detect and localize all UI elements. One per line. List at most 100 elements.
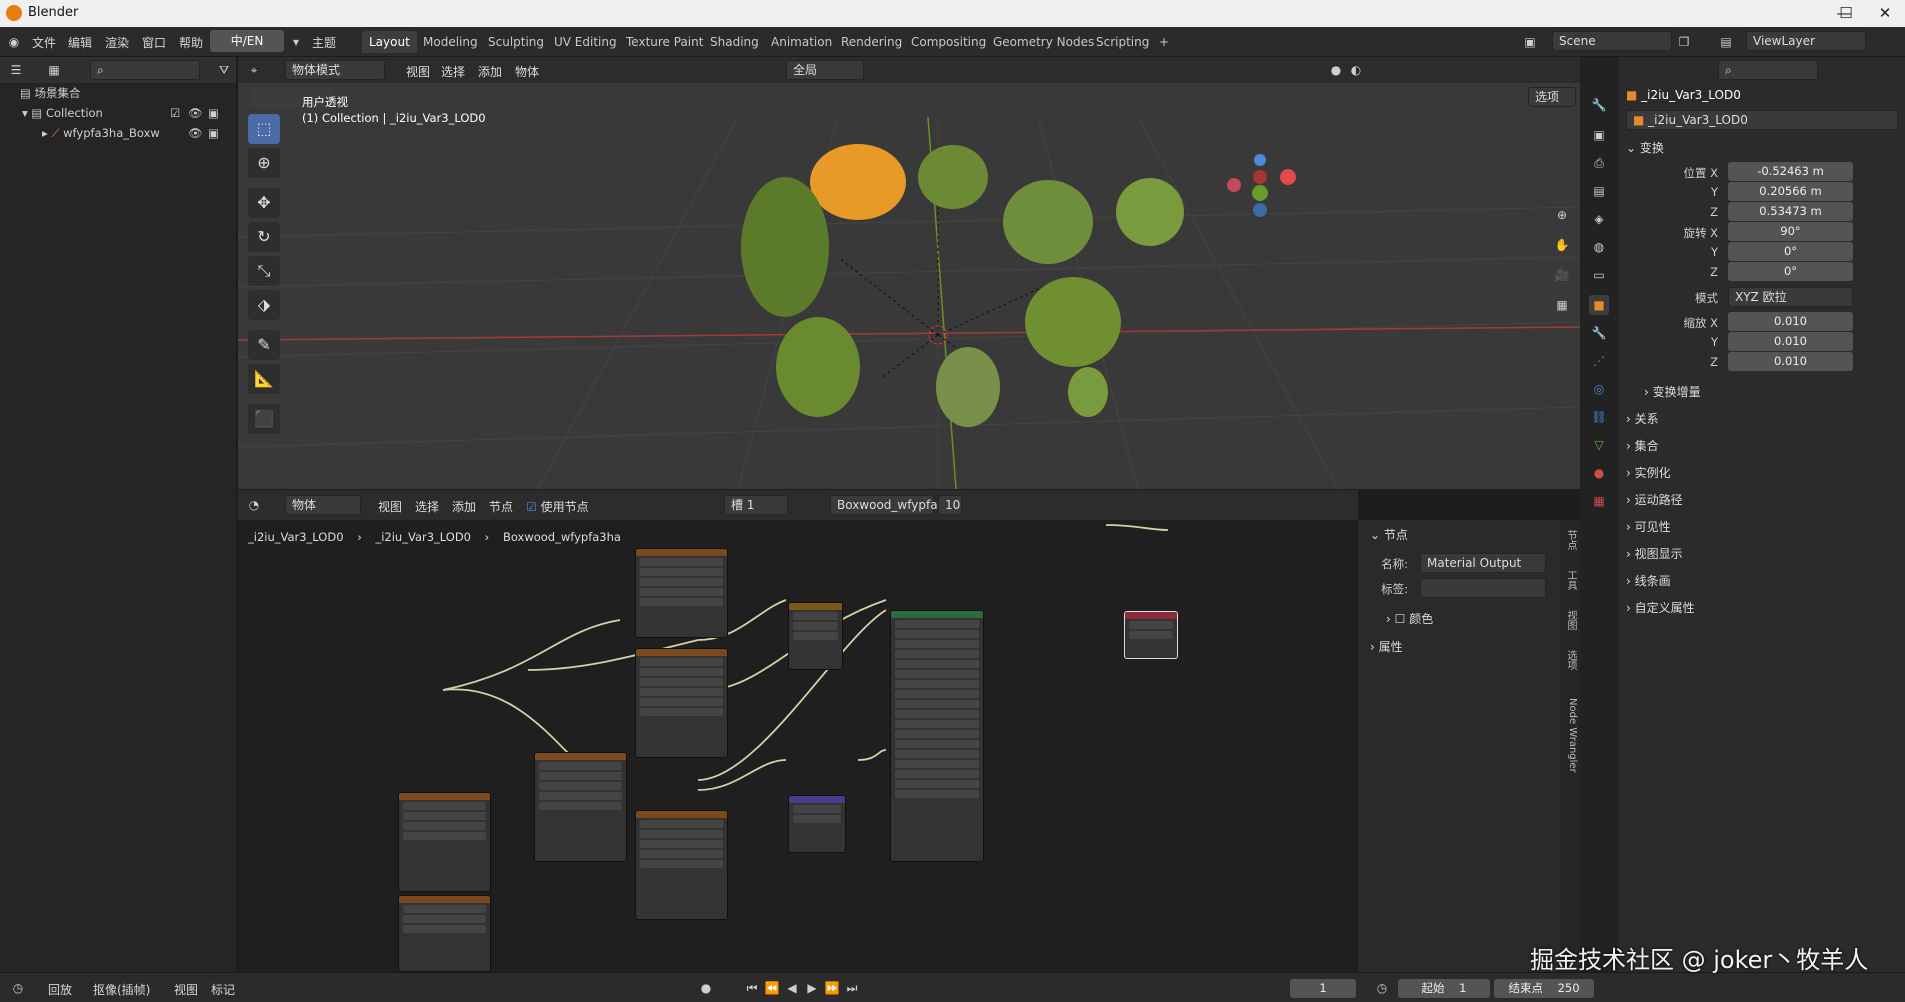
custom-properties-section[interactable]: › 自定义属性 xyxy=(1626,599,1695,616)
viewport-menu-object[interactable]: 物体 xyxy=(515,63,539,80)
render-properties-icon[interactable]: ▣ xyxy=(1589,125,1609,145)
collection-properties-icon[interactable]: ▭ xyxy=(1589,265,1609,285)
timeline-view-menu[interactable]: 视图 xyxy=(174,981,198,998)
tree-collection[interactable]: ▾ ▤ Collection ☑ 👁 ▣ xyxy=(0,103,236,123)
viewport-menu-select[interactable]: 选择 xyxy=(441,63,465,80)
marker-menu[interactable]: 标记 xyxy=(211,981,235,998)
collections-section[interactable]: › 集合 xyxy=(1626,437,1659,454)
clock-icon[interactable]: ◷ xyxy=(1374,980,1390,996)
menu-window[interactable]: 窗口 xyxy=(142,34,166,51)
texture-properties-icon[interactable]: ▦ xyxy=(1589,491,1609,511)
transform-orientation-dropdown[interactable]: 全局 xyxy=(786,60,864,80)
transform-section-header[interactable]: ⌄ 变换 xyxy=(1626,139,1664,156)
checkbox-icon[interactable]: ☑ xyxy=(170,103,180,123)
node-properties-section[interactable]: › 属性 xyxy=(1370,638,1403,655)
rotation-mode-dropdown[interactable]: XYZ 欧拉 xyxy=(1728,287,1853,307)
transform-tool[interactable]: ⬗ xyxy=(248,290,280,320)
image-texture-node[interactable] xyxy=(398,895,491,972)
tab-node[interactable]: 节点 xyxy=(1562,530,1578,550)
play-icon[interactable]: ▶ xyxy=(804,980,820,996)
relations-section[interactable]: › 关系 xyxy=(1626,410,1659,427)
new-scene-icon[interactable]: ❐ xyxy=(1676,34,1692,50)
object-properties-icon[interactable]: ■ xyxy=(1589,295,1609,315)
shader-node-editor[interactable]: ◔ 物体 视图 选择 添加 节点 ☑ 使用节点 槽 1 Boxwood_wfyp… xyxy=(238,490,1358,972)
filter-icon[interactable]: ⛛ xyxy=(216,62,232,78)
physics-icon[interactable]: ◎ xyxy=(1589,379,1609,399)
rotate-tool[interactable]: ↻ xyxy=(248,222,280,252)
camera-icon[interactable]: ▣ xyxy=(208,103,219,123)
pan-hand-icon[interactable]: ✋ xyxy=(1554,237,1570,253)
tab-view[interactable]: 视图 xyxy=(1562,610,1578,630)
view-layer-icon[interactable]: ▤ xyxy=(1589,181,1609,201)
annotate-tool[interactable]: ✎ xyxy=(248,330,280,360)
image-texture-node[interactable] xyxy=(534,752,627,862)
navigation-gizmo[interactable] xyxy=(1227,154,1296,217)
next-key-icon[interactable]: ⏩ xyxy=(824,980,840,996)
tab-uv-editing[interactable]: UV Editing xyxy=(547,31,624,53)
scale-tool[interactable]: ⤡ xyxy=(248,256,280,286)
location-x-field[interactable]: -0.52463 m xyxy=(1728,162,1853,181)
node-name-field[interactable]: Material Output xyxy=(1420,553,1546,573)
eye-icon[interactable]: 👁 xyxy=(188,123,203,143)
add-workspace-button[interactable]: + xyxy=(1152,31,1176,53)
outliner-search-input[interactable]: ⌕ xyxy=(90,60,200,80)
menu-render[interactable]: 渲染 xyxy=(105,34,129,51)
rotation-x-field[interactable]: 90° xyxy=(1728,222,1853,241)
camera-icon[interactable]: ▣ xyxy=(208,123,219,143)
tab-sculpting[interactable]: Sculpting xyxy=(481,31,551,53)
dropdown-arrow-icon[interactable]: ▾ xyxy=(288,34,304,50)
tree-object[interactable]: ▸ ⟋ wfypfa3ha_Boxw 👁 ▣ xyxy=(0,123,236,143)
constraints-icon[interactable]: ⛓ xyxy=(1589,407,1609,427)
current-frame-field[interactable]: 1 xyxy=(1290,979,1356,998)
tab-modeling[interactable]: Modeling xyxy=(416,31,485,53)
image-texture-node[interactable] xyxy=(635,810,728,920)
image-texture-node[interactable] xyxy=(635,648,728,758)
grid-view-icon[interactable]: ▦ xyxy=(1554,297,1570,313)
view-layer-selector[interactable]: ViewLayer xyxy=(1746,31,1866,51)
record-icon[interactable]: ● xyxy=(698,980,714,996)
playback-menu[interactable]: 回放 xyxy=(48,981,72,998)
visibility-section[interactable]: › 可见性 xyxy=(1626,518,1671,535)
output-properties-icon[interactable]: ⎙ xyxy=(1589,153,1609,173)
world-properties-icon[interactable]: ◍ xyxy=(1589,237,1609,257)
tab-scripting[interactable]: Scripting xyxy=(1089,31,1156,53)
data-properties-icon[interactable]: ▽ xyxy=(1589,435,1609,455)
camera-view-icon[interactable]: 🎥 xyxy=(1554,267,1570,283)
menu-theme[interactable]: 主题 xyxy=(312,34,336,51)
node-color-toggle[interactable]: › ☐ 颜色 xyxy=(1386,610,1433,627)
tab-geometry-nodes[interactable]: Geometry Nodes xyxy=(986,31,1101,53)
node-label-field[interactable] xyxy=(1420,578,1546,598)
properties-search-input[interactable]: ⌕ xyxy=(1718,60,1818,80)
tab-options[interactable]: 选项 xyxy=(1562,650,1578,670)
close-button[interactable]: ✕ xyxy=(1865,2,1905,24)
particles-icon[interactable]: ⋰ xyxy=(1589,351,1609,371)
tab-node-wrangler[interactable]: Node Wrangler xyxy=(1562,698,1578,773)
options-dropdown[interactable]: 选项 xyxy=(1528,87,1576,107)
scale-y-field[interactable]: 0.010 xyxy=(1728,332,1853,351)
location-y-field[interactable]: 0.20566 m xyxy=(1728,182,1853,201)
maximize-button[interactable]: ☐ xyxy=(1826,2,1866,24)
image-texture-node[interactable] xyxy=(398,792,491,892)
3d-viewport[interactable]: ⌖ 物体模式 视图 选择 添加 物体 全局 ● ◐ 选项 用户透视 (1) Co… xyxy=(238,57,1580,489)
prev-key-icon[interactable]: ⏪ xyxy=(764,980,780,996)
jump-end-icon[interactable]: ⏭ xyxy=(844,980,860,996)
rotation-z-field[interactable]: 0° xyxy=(1728,262,1853,281)
tab-animation[interactable]: Animation xyxy=(764,31,839,53)
modifier-properties-icon[interactable]: 🔧 xyxy=(1589,323,1609,343)
tab-texture-paint[interactable]: Texture Paint xyxy=(619,31,710,53)
zoom-icon[interactable]: ⊕ xyxy=(1554,207,1570,223)
tab-tool[interactable]: 工具 xyxy=(1562,570,1578,590)
menu-help[interactable]: 帮助 xyxy=(179,34,203,51)
tree-scene-collection[interactable]: ▤ 场景集合 xyxy=(0,83,236,103)
add-cube-tool[interactable]: ⬛ xyxy=(248,404,280,434)
node-section-header[interactable]: ⌄ 节点 xyxy=(1370,526,1408,543)
menu-edit[interactable]: 编辑 xyxy=(68,34,92,51)
select-box-tool[interactable]: ⬚ xyxy=(248,114,280,144)
line-art-section[interactable]: › 线条画 xyxy=(1626,572,1671,589)
tab-shading[interactable]: Shading xyxy=(703,31,766,53)
tab-layout[interactable]: Layout xyxy=(362,31,417,53)
tab-rendering[interactable]: Rendering xyxy=(834,31,909,53)
jump-start-icon[interactable]: ⏮ xyxy=(744,980,760,996)
keying-menu[interactable]: 抠像(插帧) xyxy=(93,981,150,998)
move-tool[interactable]: ✥ xyxy=(248,188,280,218)
